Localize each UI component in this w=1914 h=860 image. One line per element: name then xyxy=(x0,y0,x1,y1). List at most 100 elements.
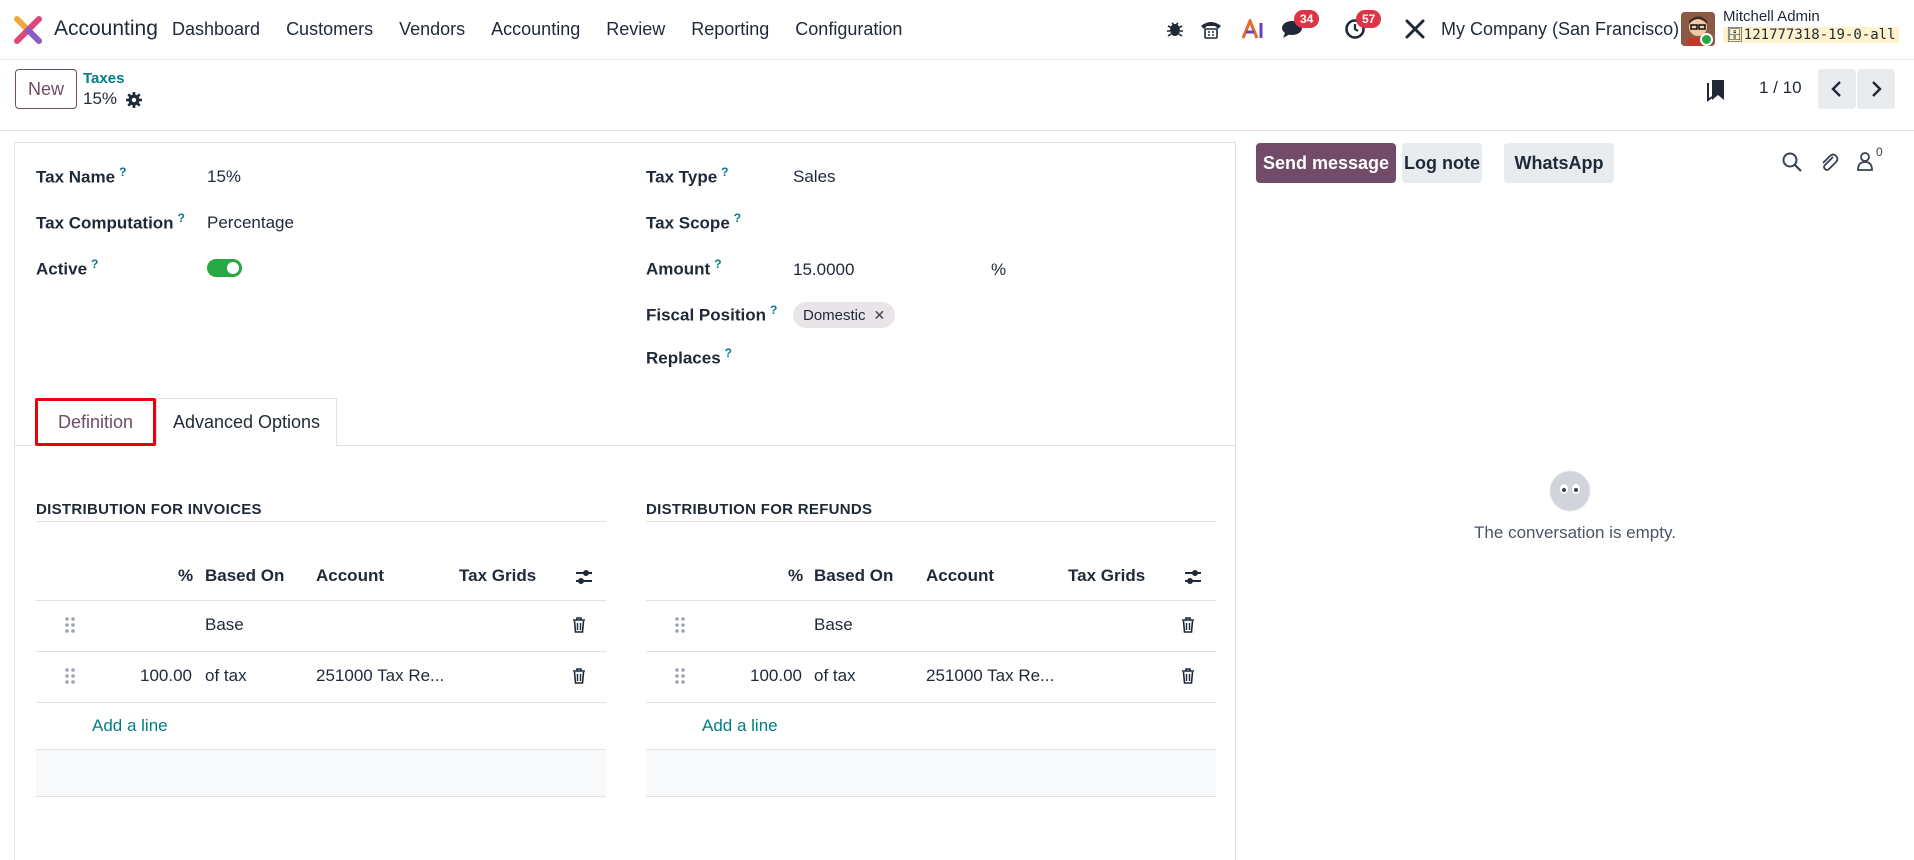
refund-row-line xyxy=(646,651,1216,652)
empty-conversation-icon xyxy=(1549,470,1591,512)
top-navbar: Accounting Dashboard Customers Vendors A… xyxy=(0,0,1914,60)
fiscal-position-label: Fiscal Position? xyxy=(646,303,777,326)
help-icon[interactable]: ? xyxy=(91,257,98,271)
followers-count: 0 xyxy=(1876,145,1883,159)
help-icon[interactable]: ? xyxy=(714,257,721,271)
invoices-col-percent[interactable]: % xyxy=(178,566,193,586)
tax-computation-label-text: Tax Computation xyxy=(36,213,174,233)
send-message-button[interactable]: Send message xyxy=(1256,143,1396,183)
help-icon[interactable]: ? xyxy=(725,346,732,360)
optional-columns-icon[interactable] xyxy=(1183,568,1203,586)
invoices-footer-row xyxy=(36,749,606,797)
phone-icon[interactable] xyxy=(1196,14,1226,44)
invoice-row-1-based-on[interactable]: Base xyxy=(205,615,244,635)
control-panel: New Taxes 15% 1 / 10 xyxy=(0,61,1914,131)
whatsapp-button[interactable]: WhatsApp xyxy=(1504,143,1614,183)
trash-icon[interactable] xyxy=(1180,616,1196,634)
chevron-right-icon xyxy=(1872,81,1882,97)
pager-next-button[interactable] xyxy=(1857,69,1895,109)
activities-badge: 57 xyxy=(1356,10,1382,28)
database-icon: 🗄 xyxy=(1726,27,1744,43)
refunds-col-tax-grids[interactable]: Tax Grids xyxy=(1068,566,1145,586)
help-icon[interactable]: ? xyxy=(770,303,777,317)
gear-icon[interactable] xyxy=(125,91,143,109)
chevron-left-icon xyxy=(1831,81,1841,97)
tax-name-label: Tax Name? xyxy=(36,165,126,188)
ai-icon[interactable] xyxy=(1238,14,1268,44)
search-icon[interactable] xyxy=(1781,151,1803,173)
bug-icon[interactable] xyxy=(1160,14,1190,44)
user-icon xyxy=(1857,152,1873,171)
pager-previous-button[interactable] xyxy=(1818,69,1856,109)
replaces-label: Replaces? xyxy=(646,346,732,369)
drag-handle-icon[interactable] xyxy=(674,616,686,634)
active-toggle[interactable] xyxy=(207,259,242,277)
refunds-col-percent[interactable]: % xyxy=(788,566,803,586)
pager-value[interactable]: 1 / 10 xyxy=(1759,78,1802,98)
breadcrumb-taxes[interactable]: Taxes xyxy=(83,70,124,87)
refund-row-1-based-on[interactable]: Base xyxy=(814,615,853,635)
tax-computation-select[interactable]: Percentage xyxy=(207,213,294,233)
help-icon[interactable]: ? xyxy=(721,165,728,179)
help-icon[interactable]: ? xyxy=(119,165,126,179)
invoices-col-account[interactable]: Account xyxy=(316,566,384,586)
drag-handle-icon[interactable] xyxy=(64,616,76,634)
refunds-col-account[interactable]: Account xyxy=(926,566,994,586)
refunds-col-based-on[interactable]: Based On xyxy=(814,566,893,586)
invoices-col-tax-grids[interactable]: Tax Grids xyxy=(459,566,536,586)
tax-name-field[interactable]: 15% xyxy=(207,167,241,187)
bookmark-icon[interactable] xyxy=(1706,78,1726,102)
tab-advanced-options[interactable]: Advanced Options xyxy=(156,398,337,446)
new-button[interactable]: New xyxy=(15,69,77,109)
invoices-section-rule xyxy=(36,521,606,522)
tab-definition[interactable]: Definition xyxy=(35,398,156,446)
tax-type-select[interactable]: Sales xyxy=(793,167,836,187)
tax-type-label: Tax Type? xyxy=(646,165,729,188)
invoice-row-2-account[interactable]: 251000 Tax Re... xyxy=(316,666,444,686)
followers-button[interactable]: 0 xyxy=(1856,145,1890,173)
replaces-label-text: Replaces xyxy=(646,348,721,368)
fiscal-position-tag-label: Domestic xyxy=(803,306,866,324)
invoice-row-2-percent[interactable]: 100.00 xyxy=(110,666,192,686)
invoices-section-title: DISTRIBUTION FOR INVOICES xyxy=(36,501,262,518)
invoices-add-line[interactable]: Add a line xyxy=(92,716,168,736)
log-note-button[interactable]: Log note xyxy=(1402,143,1482,183)
chat-icon[interactable]: 34 xyxy=(1278,10,1320,44)
refund-row-2-account[interactable]: 251000 Tax Re... xyxy=(926,666,1054,686)
invoices-col-based-on[interactable]: Based On xyxy=(205,566,284,586)
amount-label-text: Amount xyxy=(646,259,711,279)
tax-type-label-text: Tax Type xyxy=(646,167,718,187)
refunds-section-title: DISTRIBUTION FOR REFUNDS xyxy=(646,501,873,518)
help-icon[interactable]: ? xyxy=(734,211,741,225)
empty-conversation-text: The conversation is empty. xyxy=(1474,523,1676,542)
close-icon[interactable]: ✕ xyxy=(874,307,886,324)
amount-unit: % xyxy=(991,260,1007,279)
drag-handle-icon[interactable] xyxy=(674,667,686,685)
fiscal-position-label-text: Fiscal Position xyxy=(646,305,766,325)
company-switcher[interactable]: My Company (San Francisco) xyxy=(1441,19,1679,40)
activity-clock-icon[interactable]: 57 xyxy=(1340,10,1382,44)
active-label-text: Active xyxy=(36,259,88,279)
messages-badge: 34 xyxy=(1294,10,1320,28)
invoice-row-line xyxy=(36,651,606,652)
paperclip-icon[interactable] xyxy=(1818,151,1840,173)
trash-icon[interactable] xyxy=(571,667,587,685)
trash-icon[interactable] xyxy=(571,616,587,634)
tax-name-label-text: Tax Name xyxy=(36,167,116,187)
invoice-row-line xyxy=(36,702,606,703)
refund-row-2-based-on[interactable]: of tax xyxy=(814,666,856,686)
refunds-add-line[interactable]: Add a line xyxy=(702,716,778,736)
tax-scope-select[interactable] xyxy=(793,211,993,235)
optional-columns-icon[interactable] xyxy=(574,568,594,586)
tools-icon[interactable] xyxy=(1400,14,1430,44)
amount-input[interactable]: 15.0000 xyxy=(793,260,854,280)
fiscal-position-tag: Domestic ✕ xyxy=(793,302,896,328)
drag-handle-icon[interactable] xyxy=(64,667,76,685)
refund-row-2-percent[interactable]: 100.00 xyxy=(720,666,802,686)
invoice-row-2-based-on[interactable]: of tax xyxy=(205,666,247,686)
database-name: 🗄121777318-19-0-all xyxy=(1723,27,1899,43)
help-icon[interactable]: ? xyxy=(178,211,185,225)
trash-icon[interactable] xyxy=(1180,667,1196,685)
online-status-dot xyxy=(1700,33,1713,46)
user-name[interactable]: Mitchell Admin xyxy=(1723,8,1820,25)
